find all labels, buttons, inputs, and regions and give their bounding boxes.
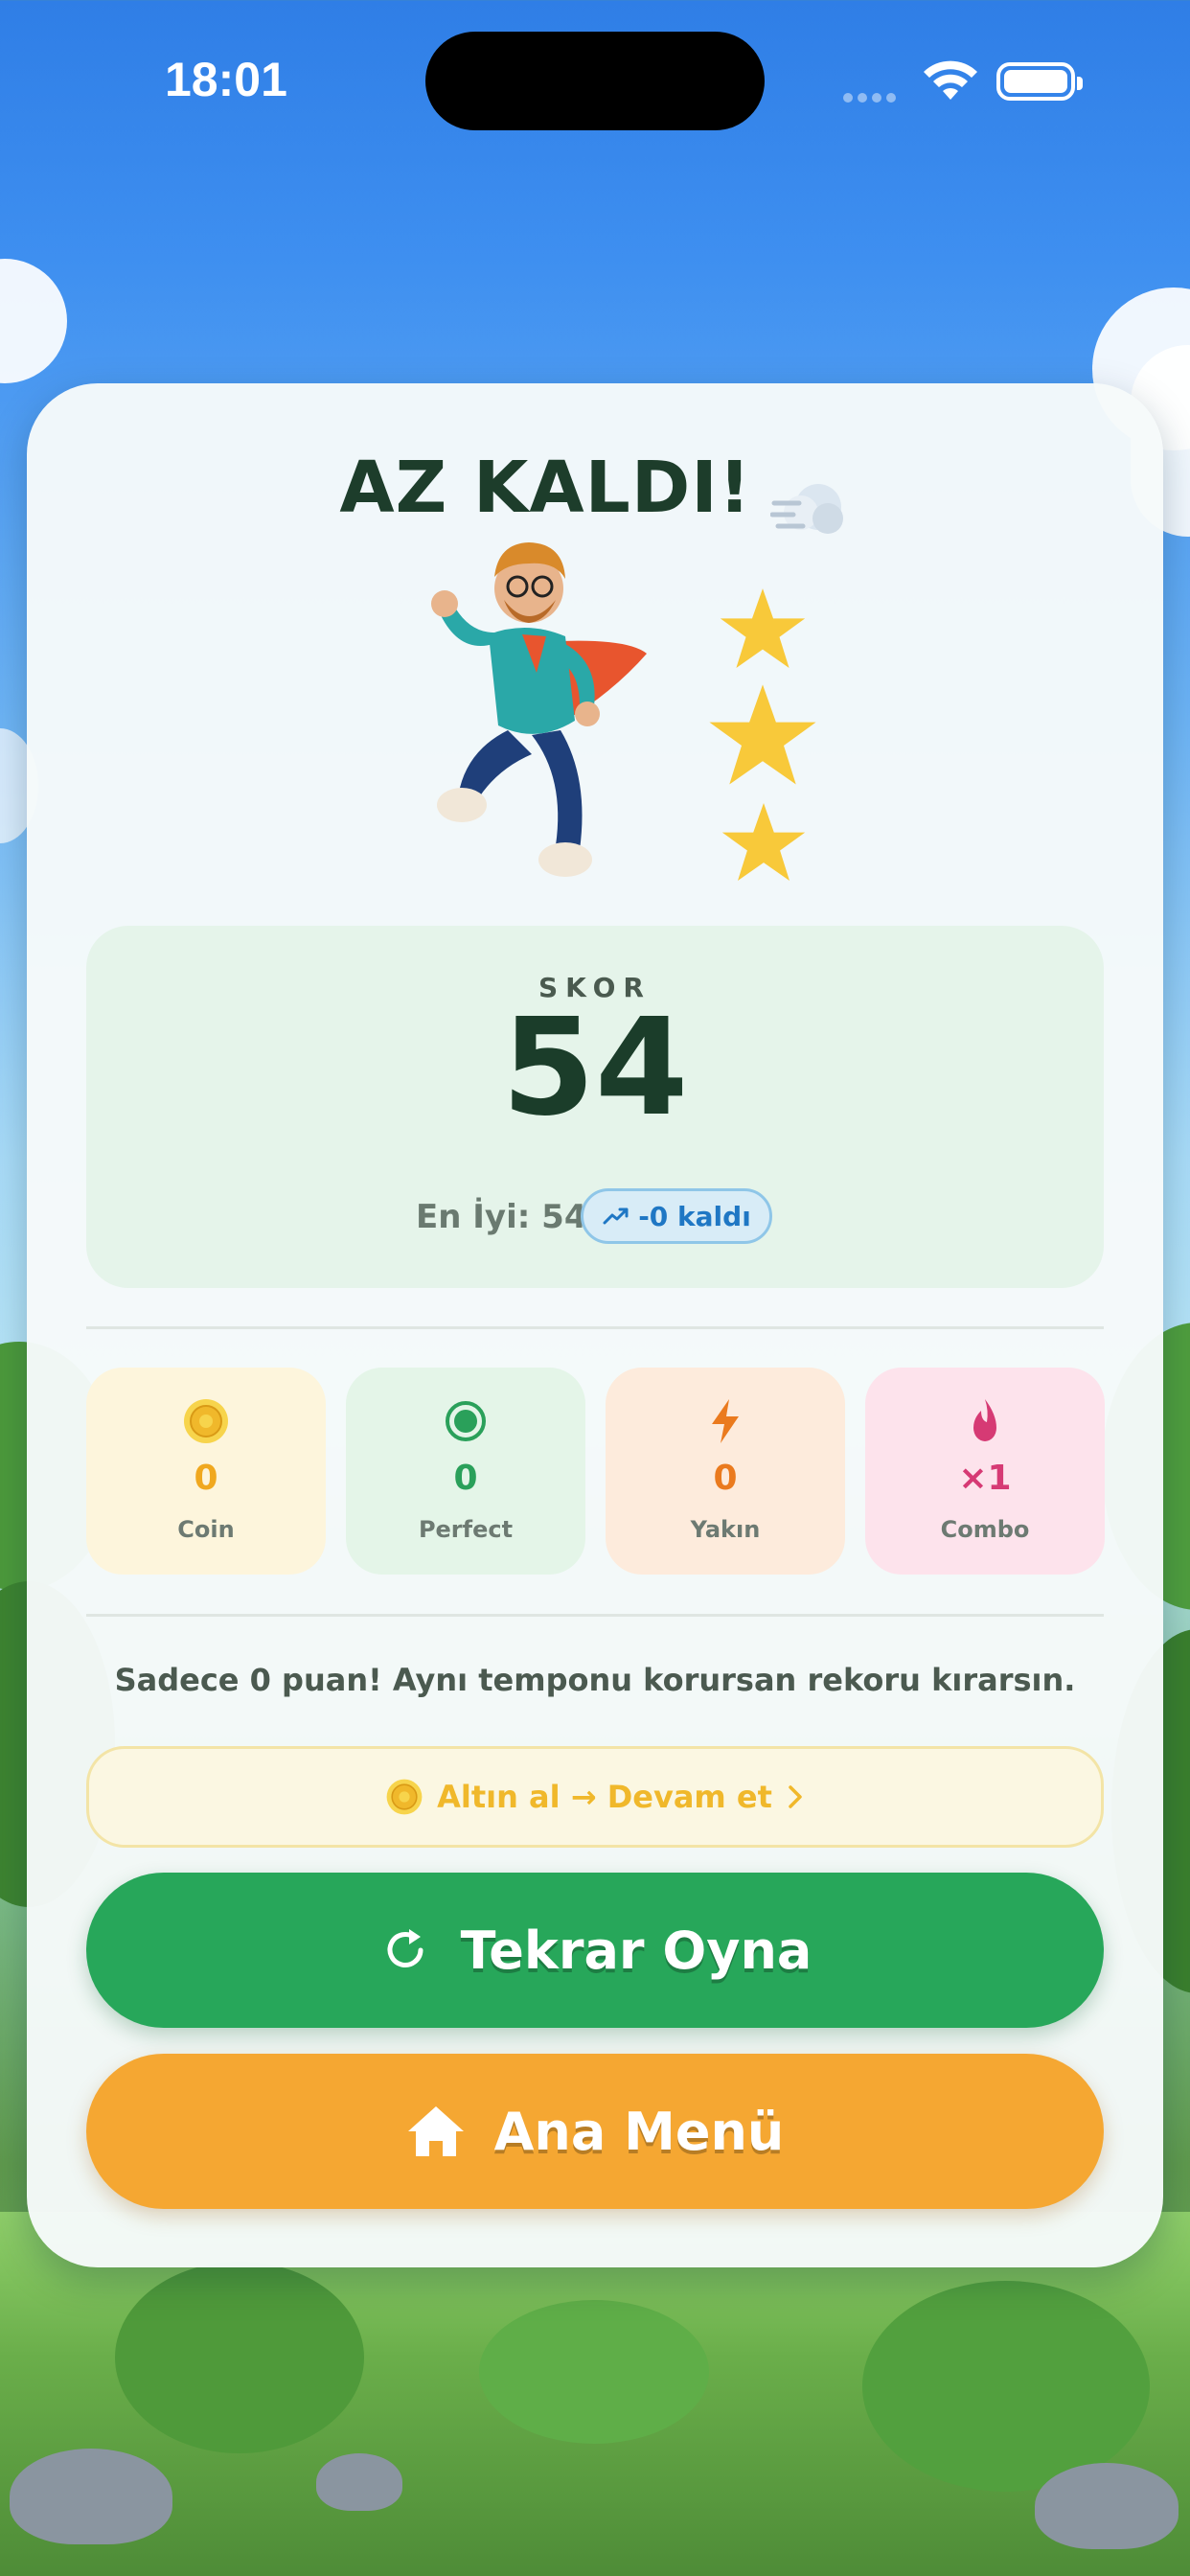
star-icon-2 xyxy=(709,684,816,785)
stat-coin: 0 Coin xyxy=(86,1368,326,1575)
stat-combo: ×1 Combo xyxy=(865,1368,1105,1575)
coin-icon xyxy=(386,1779,423,1815)
stat-coin-value: 0 xyxy=(194,1459,218,1498)
hero-character-image xyxy=(431,542,647,877)
stat-yakin: 0 Yakın xyxy=(606,1368,845,1575)
lightning-icon xyxy=(712,1399,739,1443)
stat-perfect: 0 Perfect xyxy=(346,1368,585,1575)
stat-combo-value: ×1 xyxy=(958,1459,1012,1498)
main-menu-button-label: Ana Menü xyxy=(493,2101,785,2162)
replay-button[interactable]: Tekrar Oyna xyxy=(86,1873,1104,2028)
result-title: AZ KALDI! xyxy=(0,447,1190,541)
best-score: En İyi: 54 xyxy=(416,1198,587,1236)
gap-badge-text: -0 kaldı xyxy=(638,1200,751,1232)
battery-icon xyxy=(996,62,1083,101)
wind-puff-icon xyxy=(769,483,843,534)
target-icon xyxy=(446,1401,486,1441)
replay-button-label: Tekrar Oyna xyxy=(460,1920,812,1981)
stat-combo-label: Combo xyxy=(940,1516,1030,1543)
motivation-message: Sadece 0 puan! Aynı temponu korursan rek… xyxy=(114,1662,1076,1698)
dynamic-island xyxy=(425,32,765,130)
chevron-right-icon xyxy=(789,1785,802,1808)
stat-perfect-value: 0 xyxy=(453,1459,478,1498)
refresh-icon xyxy=(387,1929,423,1967)
score-value: 54 xyxy=(501,990,689,1146)
status-time: 18:01 xyxy=(165,53,287,106)
flame-icon xyxy=(973,1399,996,1441)
stat-coin-label: Coin xyxy=(177,1516,235,1543)
main-menu-button[interactable]: Ana Menü xyxy=(86,2054,1104,2209)
trend-up-icon xyxy=(603,1208,629,1225)
continue-button-label: Altın al → Devam et xyxy=(437,1779,772,1815)
coin-icon xyxy=(184,1399,228,1443)
divider xyxy=(86,1326,1104,1329)
cellular-signal-icon xyxy=(843,88,904,103)
stat-yakin-value: 0 xyxy=(713,1459,738,1498)
gap-badge: -0 kaldı xyxy=(581,1188,772,1244)
star-icon-1 xyxy=(720,588,806,668)
wifi-icon xyxy=(924,60,977,100)
stat-yakin-label: Yakın xyxy=(690,1516,761,1543)
divider xyxy=(86,1614,1104,1617)
home-icon xyxy=(407,2106,464,2156)
continue-with-gold-button[interactable]: Altın al → Devam et xyxy=(86,1746,1104,1848)
status-bar: 18:01 xyxy=(0,0,1190,163)
stat-perfect-label: Perfect xyxy=(418,1516,514,1543)
result-title-text: AZ KALDI! xyxy=(339,447,752,529)
star-icon-3 xyxy=(721,803,806,882)
